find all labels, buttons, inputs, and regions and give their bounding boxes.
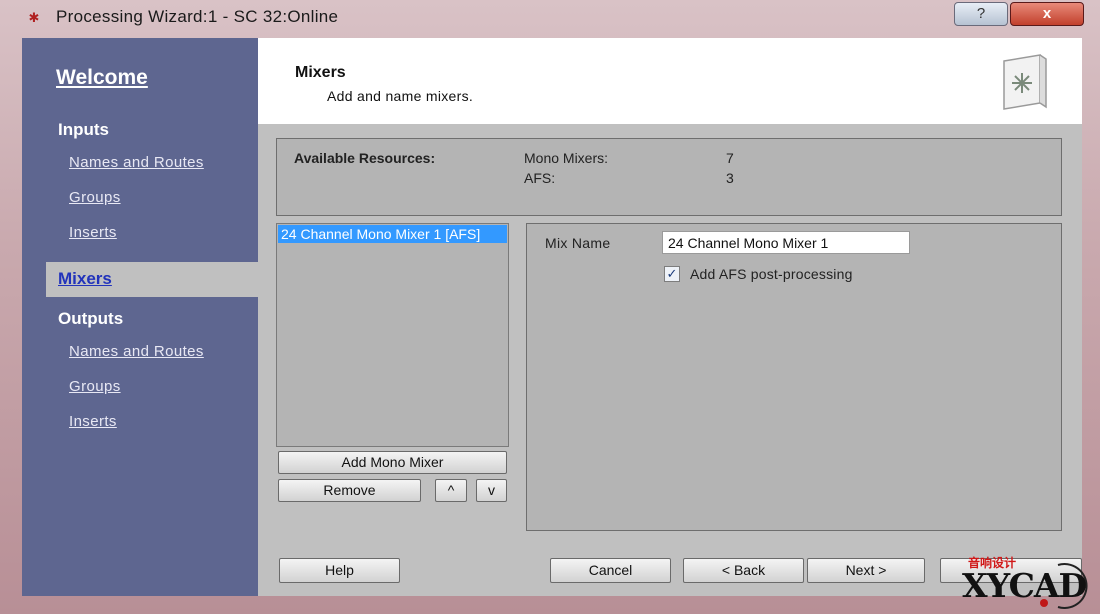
nav-mixers-label: Mixers xyxy=(58,269,112,288)
list-item[interactable]: 24 Channel Mono Mixer 1 [AFS] xyxy=(278,225,507,243)
resource-mono-mixers-label: Mono Mixers: xyxy=(524,150,609,166)
cancel-button[interactable]: Cancel xyxy=(550,558,671,583)
next-button[interactable]: Next > xyxy=(807,558,925,583)
resource-afs-value: 3 xyxy=(726,170,734,186)
close-button[interactable]: x xyxy=(1010,2,1084,26)
nav-heading-outputs: Outputs xyxy=(58,309,124,328)
title-bar[interactable]: ✱ Processing Wizard:1 - SC 32:Online ? x xyxy=(0,0,1100,36)
page-header: Mixers Add and name mixers. xyxy=(258,38,1082,124)
remove-button[interactable]: Remove xyxy=(278,479,421,502)
add-mono-mixer-button[interactable]: Add Mono Mixer xyxy=(278,451,507,474)
resource-mono-mixers-value: 7 xyxy=(726,150,734,166)
nav-welcome[interactable]: Welcome xyxy=(56,66,148,90)
nav-mixers-active[interactable]: Mixers xyxy=(46,262,258,297)
wizard-client-area: Welcome Inputs Names and Routes Groups I… xyxy=(22,38,1082,596)
nav-heading-inputs: Inputs xyxy=(58,120,109,139)
mix-name-label: Mix Name xyxy=(545,235,611,251)
available-resources-box: Available Resources: Mono Mixers: 7 AFS:… xyxy=(276,138,1062,216)
afs-postprocessing-label[interactable]: Add AFS post-processing xyxy=(690,266,853,282)
help-button[interactable]: Help xyxy=(279,558,400,583)
page-title: Mixers xyxy=(295,64,346,81)
afs-postprocessing-checkbox[interactable]: ✓ xyxy=(664,266,680,282)
mixer-properties-panel: Mix Name ✓ Add AFS post-processing xyxy=(526,223,1062,531)
wizard-sidebar: Welcome Inputs Names and Routes Groups I… xyxy=(22,38,258,596)
app-icon: ✱ xyxy=(28,10,40,25)
nav-inputs-inserts[interactable]: Inserts xyxy=(69,224,117,241)
resource-afs-label: AFS: xyxy=(524,170,556,186)
available-resources-label: Available Resources: xyxy=(294,150,436,166)
nav-outputs-names-and-routes[interactable]: Names and Routes xyxy=(69,343,204,360)
nav-outputs-inserts[interactable]: Inserts xyxy=(69,413,117,430)
wizard-page-icon xyxy=(1003,54,1047,110)
mixer-list[interactable]: 24 Channel Mono Mixer 1 [AFS] xyxy=(276,223,509,447)
xycad-watermark-logo: 音响设计 XYCAD xyxy=(962,555,1088,609)
nav-outputs-groups[interactable]: Groups xyxy=(69,378,121,395)
back-button[interactable]: < Back xyxy=(683,558,804,583)
mix-name-field[interactable] xyxy=(662,231,910,254)
page-subtitle: Add and name mixers. xyxy=(327,88,474,104)
nav-inputs-groups[interactable]: Groups xyxy=(69,189,121,206)
window-title: Processing Wizard:1 - SC 32:Online xyxy=(56,7,339,26)
move-down-button[interactable]: v xyxy=(476,479,507,502)
watermark-latin-text: XYCAD xyxy=(962,566,1086,605)
help-icon-button[interactable]: ? xyxy=(954,2,1008,26)
move-up-button[interactable]: ^ xyxy=(435,479,467,502)
window-frame: ✱ Processing Wizard:1 - SC 32:Online ? x… xyxy=(0,0,1100,614)
nav-inputs-names-and-routes[interactable]: Names and Routes xyxy=(69,154,204,171)
